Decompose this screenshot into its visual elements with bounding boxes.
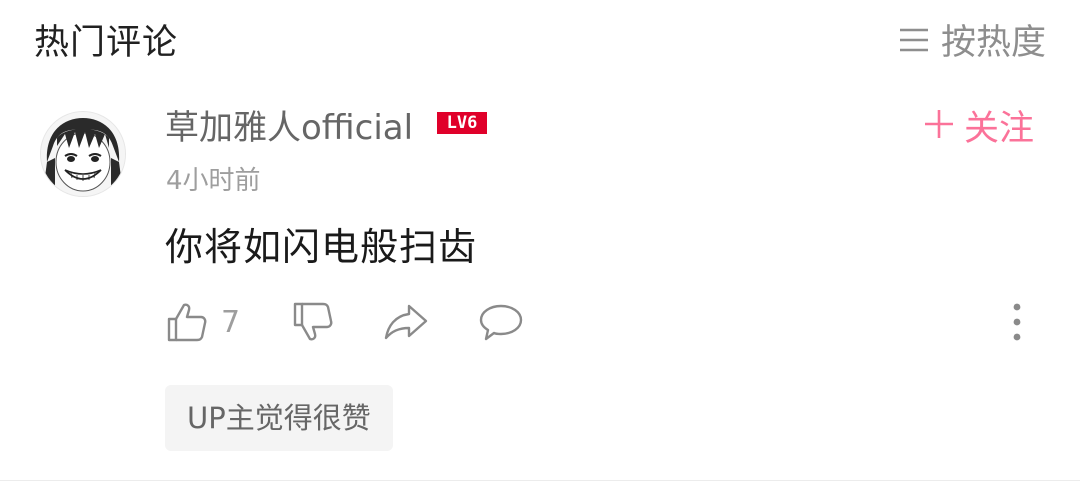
comment-content: 你将如闪电般扫齿 bbox=[165, 225, 478, 269]
dislike-button[interactable] bbox=[291, 300, 335, 344]
more-vertical-icon bbox=[1005, 300, 1029, 344]
follow-button[interactable]: 关注 bbox=[924, 100, 1034, 151]
sort-by-popularity-button[interactable]: 按热度 bbox=[899, 14, 1046, 65]
share-arrow-icon bbox=[383, 300, 429, 344]
reply-button[interactable] bbox=[478, 300, 524, 344]
thumbs-down-icon bbox=[291, 300, 335, 344]
follow-label: 关注 bbox=[963, 109, 1034, 149]
divider bbox=[0, 480, 1080, 481]
comment-timestamp: 4小时前 bbox=[166, 166, 261, 196]
plus-icon bbox=[924, 107, 954, 145]
avatar-image bbox=[41, 112, 125, 196]
section-title: 热门评论 bbox=[34, 23, 179, 63]
comment-username[interactable]: 草加雅人official bbox=[165, 100, 413, 149]
menu-lines-icon bbox=[899, 27, 929, 53]
comment-actions: 7 bbox=[165, 300, 1045, 344]
share-button[interactable] bbox=[383, 300, 429, 344]
thumbs-up-icon bbox=[165, 300, 209, 344]
comment-bubble-icon bbox=[478, 300, 524, 344]
like-count: 7 bbox=[221, 304, 241, 340]
more-options-button[interactable] bbox=[1005, 300, 1029, 344]
level-badge: LV6 bbox=[437, 112, 487, 134]
user-avatar[interactable] bbox=[40, 111, 126, 197]
sort-label: 按热度 bbox=[940, 23, 1046, 63]
like-button[interactable]: 7 bbox=[165, 300, 240, 344]
up-liked-tag: UP主觉得很赞 bbox=[165, 385, 393, 451]
